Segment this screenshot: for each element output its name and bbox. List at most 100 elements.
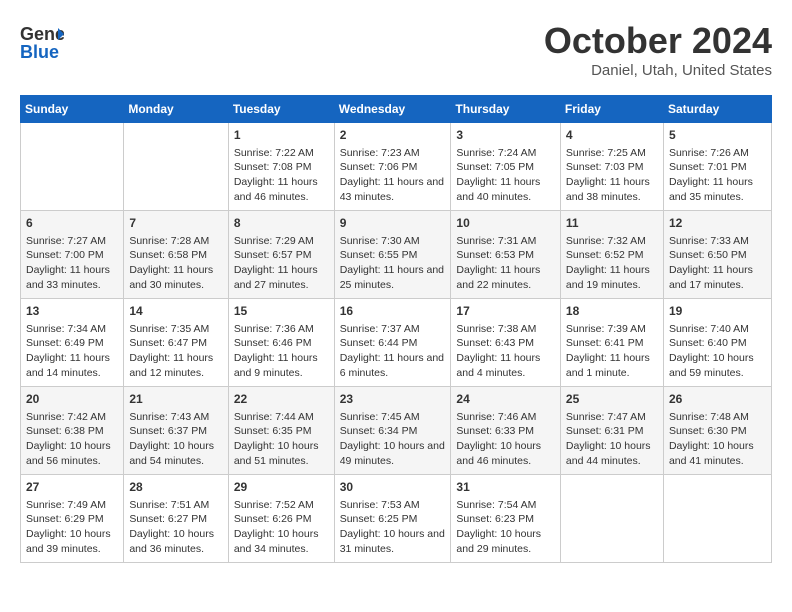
- day-info: Sunrise: 7:34 AM Sunset: 6:49 PM Dayligh…: [26, 322, 118, 381]
- day-info: Sunrise: 7:53 AM Sunset: 6:25 PM Dayligh…: [340, 498, 446, 557]
- day-number: 11: [566, 215, 658, 232]
- calendar-cell: 13 Sunrise: 7:34 AM Sunset: 6:49 PM Dayli…: [21, 299, 124, 387]
- day-info: Sunrise: 7:45 AM Sunset: 6:34 PM Dayligh…: [340, 410, 446, 469]
- calendar-cell: 19 Sunrise: 7:40 AM Sunset: 6:40 PM Dayli…: [663, 299, 771, 387]
- day-number: 8: [234, 215, 329, 232]
- calendar-cell: [124, 123, 228, 211]
- col-header-tuesday: Tuesday: [228, 96, 334, 123]
- day-info: Sunrise: 7:47 AM Sunset: 6:31 PM Dayligh…: [566, 410, 658, 469]
- calendar-cell: 7 Sunrise: 7:28 AM Sunset: 6:58 PM Daylig…: [124, 211, 228, 299]
- day-info: Sunrise: 7:28 AM Sunset: 6:58 PM Dayligh…: [129, 234, 222, 293]
- logo-icon: General Blue: [20, 20, 64, 64]
- day-number: 29: [234, 479, 329, 496]
- calendar-cell: 18 Sunrise: 7:39 AM Sunset: 6:41 PM Dayli…: [560, 299, 663, 387]
- day-number: 25: [566, 391, 658, 408]
- day-number: 13: [26, 303, 118, 320]
- day-number: 24: [456, 391, 555, 408]
- day-number: 26: [669, 391, 766, 408]
- day-number: 6: [26, 215, 118, 232]
- day-info: Sunrise: 7:33 AM Sunset: 6:50 PM Dayligh…: [669, 234, 766, 293]
- day-info: Sunrise: 7:46 AM Sunset: 6:33 PM Dayligh…: [456, 410, 555, 469]
- calendar-cell: 25 Sunrise: 7:47 AM Sunset: 6:31 PM Dayli…: [560, 387, 663, 475]
- calendar-cell: 30 Sunrise: 7:53 AM Sunset: 6:25 PM Dayli…: [334, 475, 451, 563]
- col-header-sunday: Sunday: [21, 96, 124, 123]
- month-title: October 2024: [544, 20, 772, 62]
- calendar-cell: 6 Sunrise: 7:27 AM Sunset: 7:00 PM Daylig…: [21, 211, 124, 299]
- day-number: 10: [456, 215, 555, 232]
- calendar-cell: 4Sunrise: 7:25 AM Sunset: 7:03 PM Daylig…: [560, 123, 663, 211]
- day-info: Sunrise: 7:26 AM Sunset: 7:01 PM Dayligh…: [669, 146, 766, 205]
- svg-text:Blue: Blue: [20, 42, 59, 62]
- day-number: 18: [566, 303, 658, 320]
- day-info: Sunrise: 7:39 AM Sunset: 6:41 PM Dayligh…: [566, 322, 658, 381]
- day-number: 19: [669, 303, 766, 320]
- logo: General Blue: [20, 20, 64, 64]
- day-info: Sunrise: 7:51 AM Sunset: 6:27 PM Dayligh…: [129, 498, 222, 557]
- col-header-monday: Monday: [124, 96, 228, 123]
- calendar-cell: 1 Sunrise: 7:22 AM Sunset: 7:08 PM Daylig…: [228, 123, 334, 211]
- day-number: 17: [456, 303, 555, 320]
- calendar-cell: 5Sunrise: 7:26 AM Sunset: 7:01 PM Daylig…: [663, 123, 771, 211]
- day-info: Sunrise: 7:23 AM Sunset: 7:06 PM Dayligh…: [340, 146, 446, 205]
- day-info: Sunrise: 7:42 AM Sunset: 6:38 PM Dayligh…: [26, 410, 118, 469]
- calendar-cell: 8 Sunrise: 7:29 AM Sunset: 6:57 PM Daylig…: [228, 211, 334, 299]
- day-info: Sunrise: 7:54 AM Sunset: 6:23 PM Dayligh…: [456, 498, 555, 557]
- col-header-wednesday: Wednesday: [334, 96, 451, 123]
- col-header-saturday: Saturday: [663, 96, 771, 123]
- day-info: Sunrise: 7:32 AM Sunset: 6:52 PM Dayligh…: [566, 234, 658, 293]
- day-number: 12: [669, 215, 766, 232]
- calendar-table: SundayMondayTuesdayWednesdayThursdayFrid…: [20, 95, 772, 563]
- day-info: Sunrise: 7:36 AM Sunset: 6:46 PM Dayligh…: [234, 322, 329, 381]
- day-info: Sunrise: 7:37 AM Sunset: 6:44 PM Dayligh…: [340, 322, 446, 381]
- calendar-cell: 2 Sunrise: 7:23 AM Sunset: 7:06 PM Daylig…: [334, 123, 451, 211]
- day-info: Sunrise: 7:24 AM Sunset: 7:05 PM Dayligh…: [456, 146, 555, 205]
- title-block: October 2024 Daniel, Utah, United States: [544, 20, 772, 79]
- svg-text:General: General: [20, 24, 64, 44]
- day-info: Sunrise: 7:35 AM Sunset: 6:47 PM Dayligh…: [129, 322, 222, 381]
- day-number: 16: [340, 303, 446, 320]
- calendar-cell: 14 Sunrise: 7:35 AM Sunset: 6:47 PM Dayli…: [124, 299, 228, 387]
- location: Daniel, Utah, United States: [544, 62, 772, 79]
- day-number: 9: [340, 215, 446, 232]
- calendar-cell: 15Sunrise: 7:36 AM Sunset: 6:46 PM Dayli…: [228, 299, 334, 387]
- day-number: 20: [26, 391, 118, 408]
- day-number: 22: [234, 391, 329, 408]
- calendar-cell: 20 Sunrise: 7:42 AM Sunset: 6:38 PM Dayli…: [21, 387, 124, 475]
- calendar-cell: 22 Sunrise: 7:44 AM Sunset: 6:35 PM Dayli…: [228, 387, 334, 475]
- day-info: Sunrise: 7:40 AM Sunset: 6:40 PM Dayligh…: [669, 322, 766, 381]
- day-info: Sunrise: 7:31 AM Sunset: 6:53 PM Dayligh…: [456, 234, 555, 293]
- day-number: 2: [340, 127, 446, 144]
- calendar-cell: 12 Sunrise: 7:33 AM Sunset: 6:50 PM Dayli…: [663, 211, 771, 299]
- day-info: Sunrise: 7:29 AM Sunset: 6:57 PM Dayligh…: [234, 234, 329, 293]
- calendar-cell: 10 Sunrise: 7:31 AM Sunset: 6:53 PM Dayli…: [451, 211, 561, 299]
- day-number: 3: [456, 127, 555, 144]
- day-number: 23: [340, 391, 446, 408]
- calendar-cell: 11 Sunrise: 7:32 AM Sunset: 6:52 PM Dayli…: [560, 211, 663, 299]
- calendar-cell: 23 Sunrise: 7:45 AM Sunset: 6:34 PM Dayli…: [334, 387, 451, 475]
- calendar-cell: 31 Sunrise: 7:54 AM Sunset: 6:23 PM Dayli…: [451, 475, 561, 563]
- calendar-cell: 28Sunrise: 7:51 AM Sunset: 6:27 PM Dayli…: [124, 475, 228, 563]
- day-number: 31: [456, 479, 555, 496]
- calendar-cell: 17 Sunrise: 7:38 AM Sunset: 6:43 PM Dayli…: [451, 299, 561, 387]
- day-info: Sunrise: 7:30 AM Sunset: 6:55 PM Dayligh…: [340, 234, 446, 293]
- day-number: 7: [129, 215, 222, 232]
- day-number: 4: [566, 127, 658, 144]
- calendar-cell: 27 Sunrise: 7:49 AM Sunset: 6:29 PM Dayli…: [21, 475, 124, 563]
- col-header-thursday: Thursday: [451, 96, 561, 123]
- calendar-cell: 29 Sunrise: 7:52 AM Sunset: 6:26 PM Dayli…: [228, 475, 334, 563]
- day-number: 27: [26, 479, 118, 496]
- calendar-cell: 24 Sunrise: 7:46 AM Sunset: 6:33 PM Dayli…: [451, 387, 561, 475]
- day-info: Sunrise: 7:52 AM Sunset: 6:26 PM Dayligh…: [234, 498, 329, 557]
- day-info: Sunrise: 7:27 AM Sunset: 7:00 PM Dayligh…: [26, 234, 118, 293]
- day-number: 21: [129, 391, 222, 408]
- day-number: 1: [234, 127, 329, 144]
- day-number: 14: [129, 303, 222, 320]
- day-info: Sunrise: 7:22 AM Sunset: 7:08 PM Dayligh…: [234, 146, 329, 205]
- calendar-cell: [663, 475, 771, 563]
- calendar-cell: 3 Sunrise: 7:24 AM Sunset: 7:05 PM Daylig…: [451, 123, 561, 211]
- day-info: Sunrise: 7:38 AM Sunset: 6:43 PM Dayligh…: [456, 322, 555, 381]
- day-info: Sunrise: 7:44 AM Sunset: 6:35 PM Dayligh…: [234, 410, 329, 469]
- day-number: 30: [340, 479, 446, 496]
- day-info: Sunrise: 7:49 AM Sunset: 6:29 PM Dayligh…: [26, 498, 118, 557]
- day-info: Sunrise: 7:43 AM Sunset: 6:37 PM Dayligh…: [129, 410, 222, 469]
